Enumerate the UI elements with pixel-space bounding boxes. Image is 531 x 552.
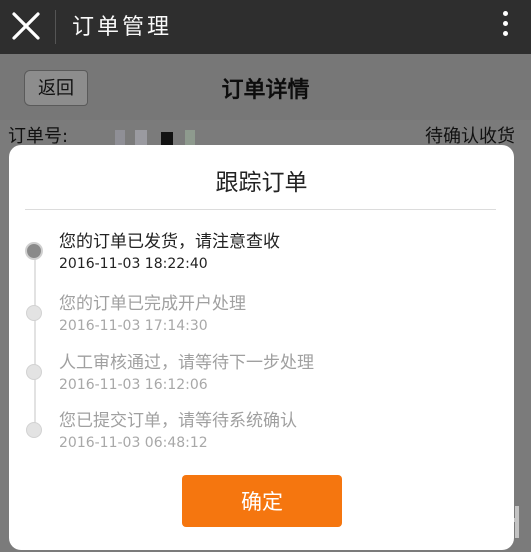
timeline-event: 您已提交订单，请等待系统确认 2016-11-03 06:48:12 (9, 402, 514, 460)
modal-divider (25, 209, 496, 210)
event-time: 2016-11-03 16:12:06 (59, 377, 208, 393)
timeline-event: 您的订单已发货，请注意查收 2016-11-03 18:22:40 (9, 223, 514, 281)
timeline-dot (26, 422, 42, 438)
app-bar-title: 订单管理 (72, 15, 173, 40)
timeline-dot-active (25, 242, 43, 260)
timeline-dot (26, 305, 42, 321)
timeline-dot (26, 364, 42, 380)
timeline-event: 您的订单已完成开户处理 2016-11-03 17:14:30 (9, 285, 514, 343)
event-message: 您已提交订单，请等待系统确认 (59, 411, 297, 431)
page-title: 订单详情 (221, 78, 310, 103)
app-bar: 订单管理 (0, 0, 531, 54)
watermark-logo (411, 503, 519, 540)
app-bar-divider (55, 10, 56, 44)
event-message: 您的订单已完成开户处理 (59, 294, 246, 314)
modal-title: 跟踪订单 (215, 170, 308, 196)
event-time: 2016-11-03 17:14:30 (59, 318, 208, 334)
event-time: 2016-11-03 18:22:40 (59, 256, 208, 272)
close-icon[interactable] (8, 8, 46, 46)
event-message: 您的订单已发货，请注意查收 (59, 232, 280, 252)
nav-bar: 返回 订单详情 (0, 54, 531, 120)
timeline-event: 人工审核通过，请等待下一步处理 2016-11-03 16:12:06 (9, 344, 514, 402)
tracking-modal: 跟踪订单 您的订单已发货，请注意查收 2016-11-03 18:22:40 您… (9, 145, 514, 550)
event-time: 2016-11-03 06:48:12 (59, 435, 208, 451)
event-message: 人工审核通过，请等待下一步处理 (59, 353, 314, 373)
more-icon[interactable] (501, 11, 509, 43)
confirm-button[interactable]: 确定 (182, 475, 342, 527)
